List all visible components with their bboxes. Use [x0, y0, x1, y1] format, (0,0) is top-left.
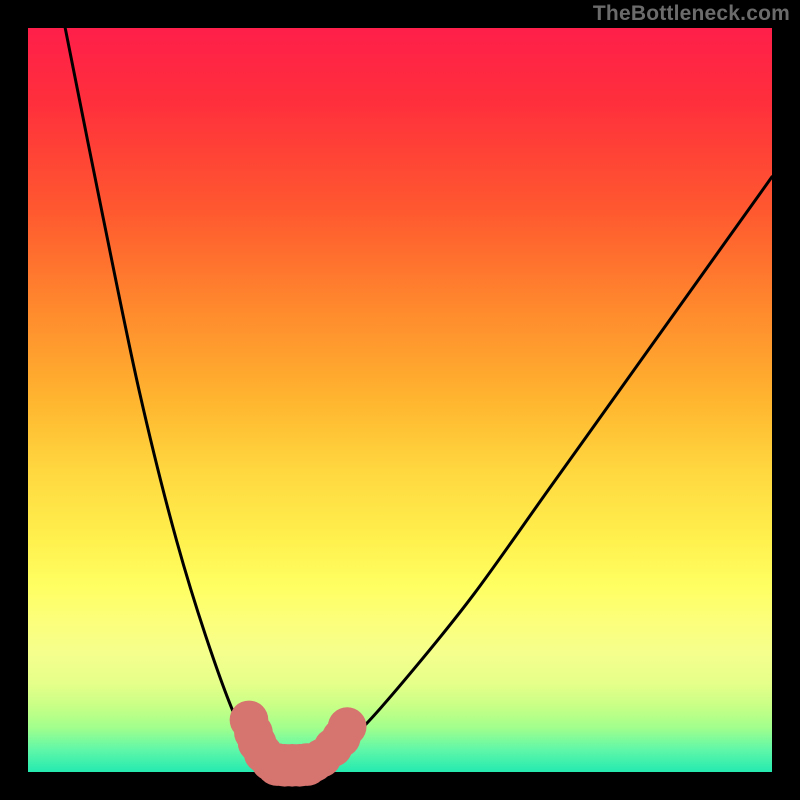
- chart-frame: TheBottleneck.com: [0, 0, 800, 800]
- watermark-text: TheBottleneck.com: [593, 2, 790, 26]
- bottom-scatter: [230, 701, 367, 787]
- chart-plot-area: [28, 28, 772, 772]
- chart-svg: [28, 28, 772, 772]
- left-curve: [65, 28, 303, 765]
- right-curve: [303, 177, 772, 765]
- scatter-point: [328, 707, 367, 746]
